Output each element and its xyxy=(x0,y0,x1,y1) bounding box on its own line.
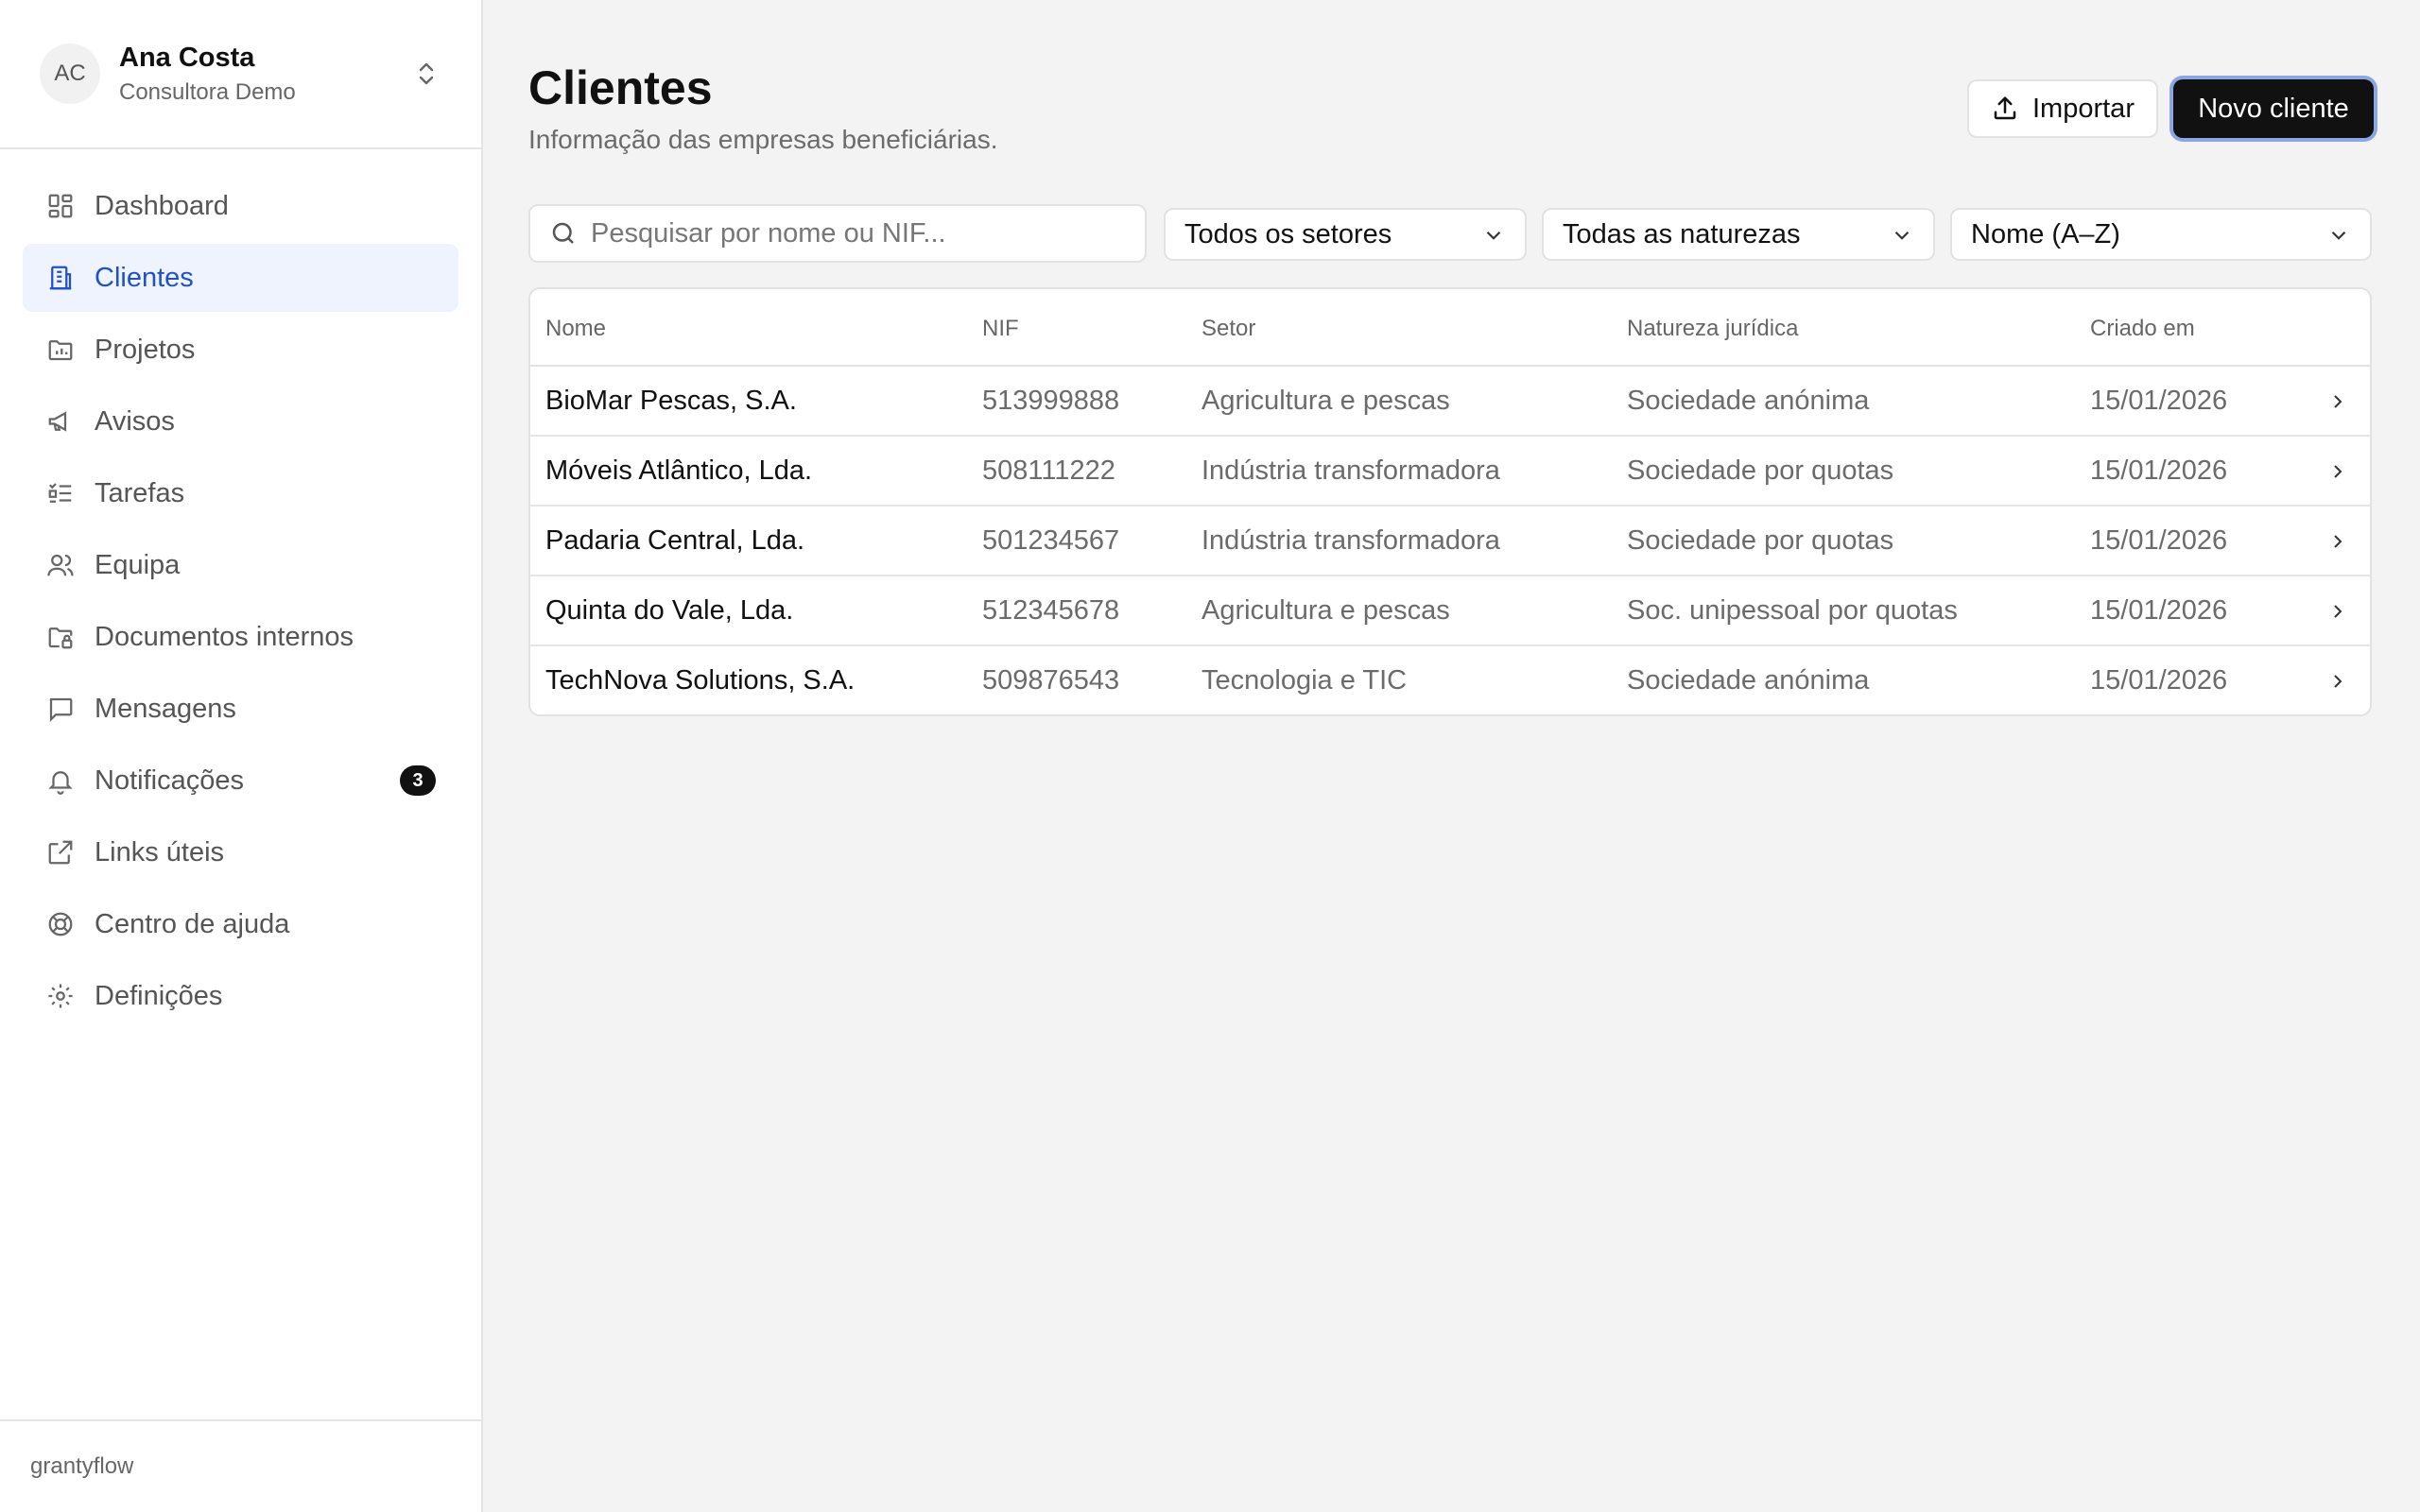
cell-setor: Tecnologia e TIC xyxy=(1201,665,1408,696)
column-header-nome[interactable]: Nome xyxy=(545,316,606,342)
cell-criado-em: 15/01/2026 xyxy=(2090,386,2228,416)
cell-criado-em: 15/01/2026 xyxy=(2090,665,2228,696)
sort-select[interactable]: Nome (A–Z) xyxy=(1950,208,2372,261)
cell-nif: 509876543 xyxy=(982,665,1120,696)
nature-filter-select[interactable]: Todas as naturezas xyxy=(1542,208,1935,261)
chevron-right-icon[interactable] xyxy=(2326,389,2349,414)
cell-natureza: Sociedade anónima xyxy=(1627,386,1870,416)
clients-table: Nome NIF Setor Natureza jurídica Criado … xyxy=(528,287,2372,716)
table-row[interactable]: BioMar Pescas, S.A. 513999888 Agricultur… xyxy=(530,367,2370,437)
cell-nome: Quinta do Vale, Lda. xyxy=(545,595,794,626)
chevron-down-icon xyxy=(1481,223,1506,248)
chevron-right-icon[interactable] xyxy=(2326,599,2349,624)
cell-nif: 508111222 xyxy=(982,455,1115,486)
search-icon xyxy=(549,219,578,248)
sort-value: Nome (A–Z) xyxy=(1971,218,2120,249)
table-row[interactable]: Padaria Central, Lda. 501234567 Indústri… xyxy=(530,507,2370,576)
cell-natureza: Sociedade por quotas xyxy=(1627,455,1894,486)
column-header-natureza[interactable]: Natureza jurídica xyxy=(1627,316,1798,342)
table-row[interactable]: Móveis Atlântico, Lda. 508111222 Indústr… xyxy=(530,437,2370,507)
upload-icon xyxy=(1991,94,2019,123)
column-header-setor[interactable]: Setor xyxy=(1201,316,1255,342)
import-button[interactable]: Importar xyxy=(1967,79,2158,138)
page-subtitle: Informação das empresas beneficiárias. xyxy=(528,125,998,154)
cell-nif: 512345678 xyxy=(982,595,1120,626)
table-row[interactable]: TechNova Solutions, S.A. 509876543 Tecno… xyxy=(530,646,2370,714)
table-header: Nome NIF Setor Natureza jurídica Criado … xyxy=(530,289,2370,367)
cell-nif: 501234567 xyxy=(982,525,1120,556)
nature-filter-value: Todas as naturezas xyxy=(1563,218,1801,249)
column-header-nif[interactable]: NIF xyxy=(982,316,1019,342)
new-client-button[interactable]: Novo cliente xyxy=(2173,79,2374,138)
chevron-right-icon[interactable] xyxy=(2326,669,2349,694)
cell-natureza: Soc. unipessoal por quotas xyxy=(1627,595,1958,626)
sector-filter-value: Todos os setores xyxy=(1184,218,1392,249)
cell-setor: Indústria transformadora xyxy=(1201,525,1500,556)
search-input[interactable]: Pesquisar por nome ou NIF... xyxy=(528,204,1147,263)
cell-criado-em: 15/01/2026 xyxy=(2090,455,2228,486)
cell-nome: BioMar Pescas, S.A. xyxy=(545,386,797,416)
cell-nome: Móveis Atlântico, Lda. xyxy=(545,455,813,486)
column-header-criado-em[interactable]: Criado em xyxy=(2090,316,2195,342)
cell-nif: 513999888 xyxy=(982,386,1120,416)
sector-filter-select[interactable]: Todos os setores xyxy=(1164,208,1527,261)
cell-natureza: Sociedade por quotas xyxy=(1627,525,1894,556)
cell-criado-em: 15/01/2026 xyxy=(2090,525,2228,556)
cell-nome: TechNova Solutions, S.A. xyxy=(545,665,856,696)
chevron-right-icon[interactable] xyxy=(2326,529,2349,554)
cell-criado-em: 15/01/2026 xyxy=(2090,595,2228,626)
main-content: Clientes Informação das empresas benefic… xyxy=(483,0,2420,1512)
table-row[interactable]: Quinta do Vale, Lda. 512345678 Agricultu… xyxy=(530,576,2370,646)
import-button-label: Importar xyxy=(2032,93,2135,124)
cell-setor: Agricultura e pescas xyxy=(1201,595,1450,626)
cell-setor: Agricultura e pescas xyxy=(1201,386,1450,416)
page-title: Clientes xyxy=(528,61,713,114)
chevron-right-icon[interactable] xyxy=(2326,459,2349,484)
cell-setor: Indústria transformadora xyxy=(1201,455,1500,486)
chevron-down-icon xyxy=(2326,223,2351,248)
chevron-down-icon xyxy=(1890,223,1914,248)
cell-natureza: Sociedade anónima xyxy=(1627,665,1870,696)
cell-nome: Padaria Central, Lda. xyxy=(545,525,805,556)
search-placeholder: Pesquisar por nome ou NIF... xyxy=(591,217,946,249)
